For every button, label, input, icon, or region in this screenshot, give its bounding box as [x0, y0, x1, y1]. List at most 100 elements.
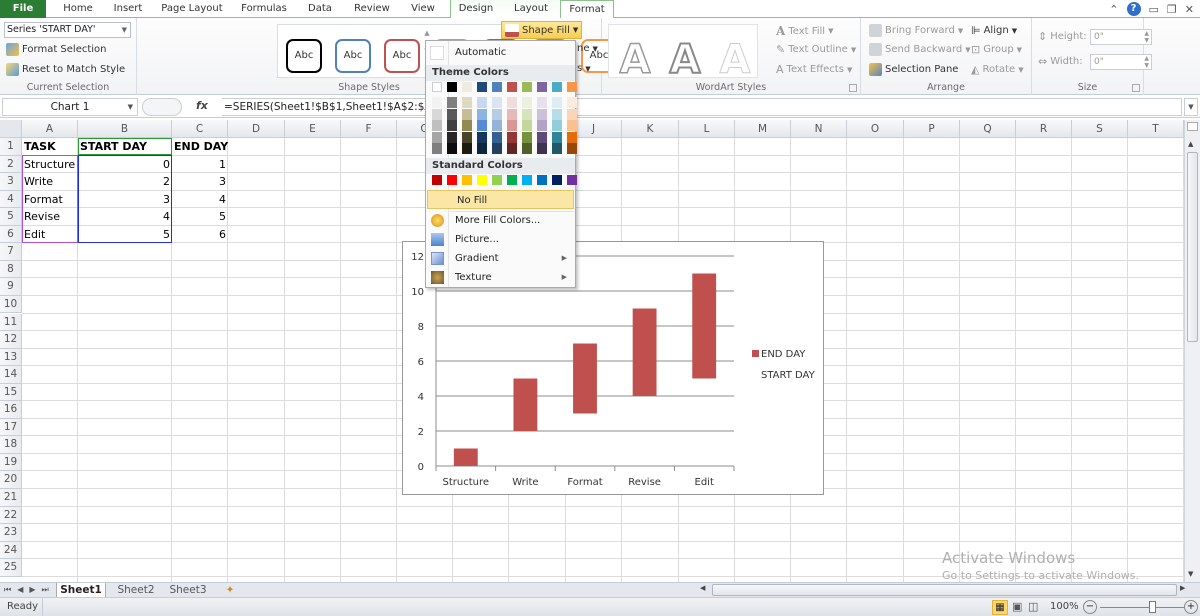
sheet-tab-sheet3[interactable]: Sheet3 [166, 583, 210, 598]
theme-color-swatch[interactable] [522, 82, 532, 92]
theme-color-swatch[interactable] [477, 82, 487, 92]
picture-option[interactable]: Picture... [426, 230, 575, 249]
sheet-tab-sheet2[interactable]: Sheet2 [114, 583, 158, 598]
theme-shade-swatch[interactable] [492, 97, 502, 108]
column-header-p[interactable]: P [904, 120, 960, 138]
theme-shade-swatch[interactable] [432, 143, 442, 154]
zoom-level[interactable]: 100% [1050, 601, 1079, 612]
standard-color-swatch[interactable] [447, 175, 457, 185]
standard-color-swatch[interactable] [507, 175, 517, 185]
theme-shade-swatch[interactable] [567, 120, 577, 131]
column-header-e[interactable]: E [285, 120, 341, 138]
standard-color-swatch[interactable] [552, 175, 562, 185]
column-header-s[interactable]: S [1072, 120, 1128, 138]
theme-shade-swatch[interactable] [477, 120, 487, 131]
theme-shade-swatch[interactable] [477, 131, 487, 143]
column-header-o[interactable]: O [847, 120, 904, 138]
table-cell[interactable]: 3 [174, 173, 226, 190]
header-cell[interactable]: END DAY [174, 138, 228, 155]
column-header-b[interactable]: B [78, 120, 172, 138]
theme-color-swatch[interactable] [567, 82, 577, 92]
theme-color-swatch[interactable] [492, 82, 502, 92]
horizontal-scrollbar[interactable] [712, 584, 1177, 596]
insert-function-button[interactable]: fx [196, 99, 208, 112]
shape-style-1[interactable]: Abc [286, 39, 322, 73]
theme-shade-swatch[interactable] [567, 143, 577, 154]
row-header-12[interactable]: 12 [0, 331, 22, 349]
reset-to-match-style-button[interactable]: Reset to Match Style [6, 63, 125, 76]
row-header-1[interactable]: 1 [0, 138, 22, 156]
selection-pane-button[interactable]: Selection Pane [869, 63, 958, 76]
tab-layout[interactable]: Layout [510, 0, 552, 18]
insert-sheet-icon[interactable]: ✦ [222, 583, 238, 598]
theme-shade-swatch[interactable] [507, 97, 517, 108]
send-backward-button[interactable]: Send Backward ▼ [869, 43, 971, 56]
column-header-t[interactable]: T [1128, 120, 1184, 138]
row-header-8[interactable]: 8 [0, 260, 22, 279]
tab-format[interactable]: Format [560, 0, 614, 19]
row-header-10[interactable]: 10 [0, 295, 22, 314]
column-header-q[interactable]: Q [960, 120, 1016, 138]
theme-shade-swatch[interactable] [522, 131, 532, 143]
table-cell[interactable]: 6 [174, 226, 226, 243]
row-header-25[interactable]: 25 [0, 559, 22, 577]
split-handle[interactable] [1187, 122, 1198, 131]
format-selection-button[interactable]: Format Selection [6, 43, 107, 56]
theme-color-swatch[interactable] [552, 82, 562, 92]
height-input[interactable]: 0" ▲ ▼ [1090, 29, 1152, 45]
theme-shade-swatch[interactable] [537, 108, 547, 120]
theme-shade-swatch[interactable] [447, 108, 457, 120]
vertical-scrollbar[interactable]: ▲ ▼ [1184, 120, 1200, 582]
restore-icon[interactable]: ❐ [1167, 3, 1177, 16]
theme-shade-swatch[interactable] [537, 131, 547, 143]
table-cell[interactable]: 1 [174, 156, 226, 173]
theme-shade-swatch[interactable] [552, 97, 562, 108]
bring-forward-button[interactable]: Bring Forward ▼ [869, 24, 963, 37]
row-header-11[interactable]: 11 [0, 313, 22, 332]
minimize-icon[interactable]: ▭ [1149, 3, 1159, 16]
zoom-slider-thumb[interactable] [1149, 601, 1157, 613]
more-fill-colors-option[interactable]: More Fill Colors... [426, 211, 575, 230]
automatic-option[interactable]: Automatic [426, 43, 575, 63]
column-header-r[interactable]: R [1016, 120, 1072, 138]
theme-shade-swatch[interactable] [462, 97, 472, 108]
theme-shade-swatch[interactable] [522, 108, 532, 120]
tab-view[interactable]: View [406, 0, 440, 18]
shape-effects-button[interactable]: s ▼ [577, 63, 591, 74]
chart-elements-dropdown[interactable]: Series 'START DAY' ▼ [4, 22, 131, 38]
zoom-slider-track[interactable] [1100, 607, 1184, 608]
name-box[interactable]: Chart 1 ▼ [2, 98, 138, 116]
theme-shade-swatch[interactable] [492, 131, 502, 143]
wordart-style-3[interactable]: A [713, 37, 757, 84]
table-cell[interactable]: 5 [174, 208, 226, 225]
tab-formulas[interactable]: Formulas [240, 0, 288, 18]
formula-input[interactable]: =SERIES(Sheet1!$B$1,Sheet1!$A$2:$A [222, 98, 1182, 116]
theme-shade-swatch[interactable] [432, 108, 442, 120]
shape-outline-button[interactable]: ne ▼ [577, 43, 598, 54]
scroll-thumb[interactable] [1187, 152, 1198, 342]
theme-shade-swatch[interactable] [567, 108, 577, 120]
row-header-7[interactable]: 7 [0, 243, 22, 261]
group-button[interactable]: ⊡ Group ▼ [971, 43, 1022, 56]
theme-shade-swatch[interactable] [447, 143, 457, 154]
help-icon[interactable]: ? [1126, 2, 1141, 16]
row-header-22[interactable]: 22 [0, 506, 22, 525]
theme-shade-swatch[interactable] [462, 131, 472, 143]
no-fill-option[interactable]: No Fill [427, 190, 574, 209]
tab-data[interactable]: Data [302, 0, 338, 18]
wordart-style-1[interactable]: A [613, 36, 657, 84]
theme-color-swatch[interactable] [537, 82, 547, 92]
theme-shade-swatch[interactable] [492, 143, 502, 154]
theme-shade-swatch[interactable] [462, 143, 472, 154]
theme-color-swatch[interactable] [462, 82, 472, 92]
text-effects-button[interactable]: A Text Effects ▼ [776, 63, 852, 76]
expand-formula-bar-icon[interactable]: ▼ [1184, 98, 1198, 116]
shape-style-3[interactable]: Abc [384, 39, 420, 73]
theme-shade-swatch[interactable] [477, 97, 487, 108]
row-header-9[interactable]: 9 [0, 278, 22, 296]
theme-shade-swatch[interactable] [462, 120, 472, 131]
theme-shade-swatch[interactable] [462, 108, 472, 120]
scroll-left-icon[interactable]: ◀ [700, 584, 705, 592]
row-header-16[interactable]: 16 [0, 401, 22, 419]
row-header-24[interactable]: 24 [0, 541, 22, 560]
